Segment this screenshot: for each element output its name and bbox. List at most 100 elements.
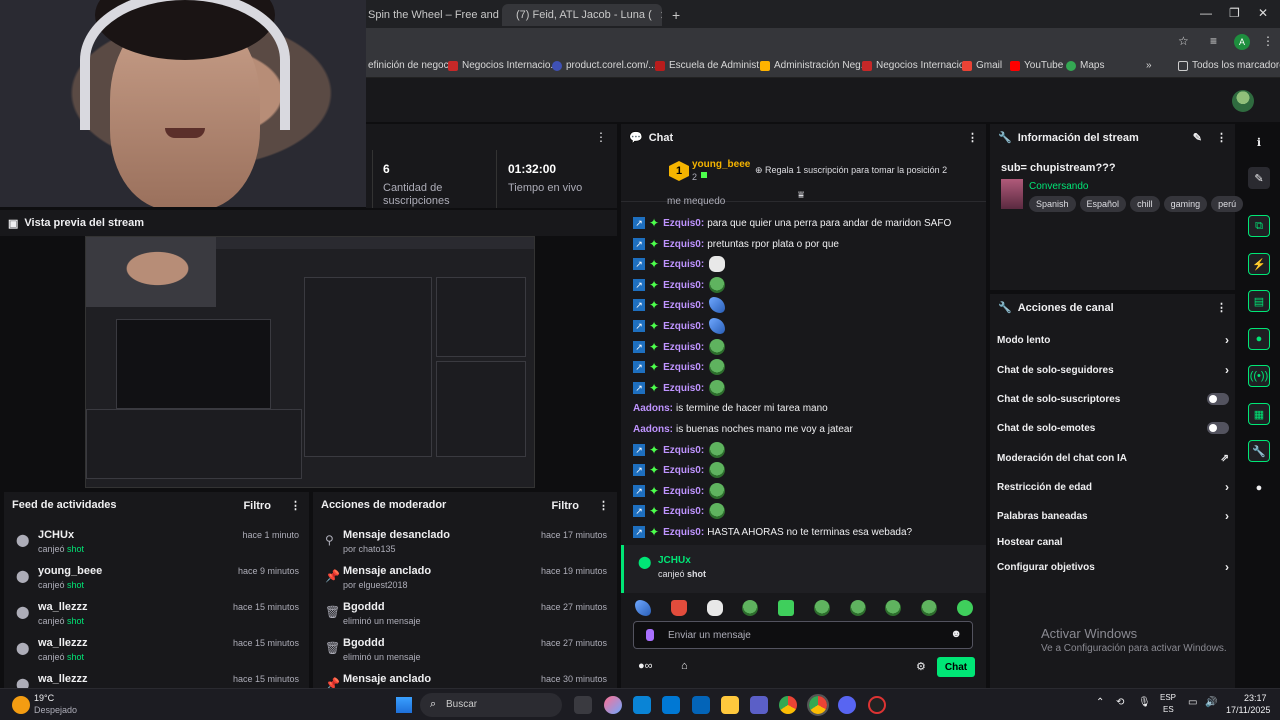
task-view-icon[interactable] bbox=[574, 696, 592, 714]
bookmark-youtube[interactable]: YouTube bbox=[1010, 60, 1063, 71]
moderator-badge-icon[interactable]: ↗ bbox=[633, 258, 645, 270]
feed-user[interactable]: young_beee bbox=[38, 565, 102, 577]
teams-icon[interactable] bbox=[750, 696, 768, 714]
skull-emote[interactable] bbox=[706, 600, 723, 616]
wrench-icon[interactable]: 🔧 bbox=[1248, 440, 1270, 462]
top-gifter[interactable]: young_beee bbox=[692, 159, 750, 170]
chat-username[interactable]: Ezquis0: bbox=[663, 218, 704, 229]
tag[interactable]: Español bbox=[1079, 196, 1127, 212]
edit-icon[interactable]: ✎ bbox=[1248, 167, 1270, 189]
chat-username[interactable]: Ezquis0: bbox=[663, 300, 704, 311]
taskbar-search[interactable]: ⌕ Buscar bbox=[420, 693, 562, 717]
butterfly-emote[interactable] bbox=[709, 318, 726, 334]
tag[interactable]: Spanish bbox=[1029, 196, 1076, 212]
file-explorer-icon[interactable] bbox=[721, 696, 739, 714]
action-ai-moderation[interactable]: Moderación del chat con IA ⇗ bbox=[997, 448, 1229, 468]
chat-username[interactable]: Ezquis0: bbox=[663, 486, 704, 497]
action-followers-only[interactable]: Chat de solo-seguidores › bbox=[997, 360, 1229, 380]
channel-points-icon[interactable]: ● bbox=[1248, 477, 1270, 499]
action-banned-words[interactable]: Palabras baneadas › bbox=[997, 506, 1229, 526]
mic-icon[interactable] bbox=[646, 629, 654, 641]
kebab-menu-icon[interactable]: ⋮ bbox=[598, 500, 609, 512]
sub-badge-icon[interactable]: ✦ bbox=[649, 216, 659, 230]
frog-emote[interactable] bbox=[849, 600, 866, 616]
channel-points-icon[interactable]: ●∞ bbox=[638, 660, 653, 672]
moderator-badge-icon[interactable]: ↗ bbox=[633, 526, 645, 538]
kebab-menu-icon[interactable]: ⋮ bbox=[1216, 301, 1227, 314]
windows-start-icon[interactable] bbox=[396, 697, 412, 713]
action-host-channel[interactable]: Hostear canal bbox=[997, 532, 1229, 552]
collapse-icon[interactable]: ⩸ bbox=[798, 190, 804, 201]
gift-prompt[interactable]: ⊕ Regala 1 suscripción para tomar la pos… bbox=[755, 165, 947, 176]
chat-username[interactable]: Aadons: bbox=[633, 424, 673, 435]
sub-badge-icon[interactable]: ✦ bbox=[649, 278, 659, 292]
profile-avatar[interactable]: A bbox=[1234, 34, 1250, 50]
frog-emote[interactable] bbox=[921, 600, 938, 616]
close-window-icon[interactable]: ✕ bbox=[1258, 6, 1268, 20]
sub-badge-icon[interactable]: ✦ bbox=[649, 381, 659, 395]
category-name[interactable]: Conversando bbox=[1029, 181, 1088, 192]
user-avatar[interactable] bbox=[1232, 90, 1254, 112]
lightning-icon[interactable]: ⚡ bbox=[1248, 253, 1270, 275]
frog-emote[interactable] bbox=[813, 600, 830, 616]
chat-username[interactable]: Ezquis0: bbox=[663, 383, 704, 394]
chat-username[interactable]: Ezquis0: bbox=[663, 506, 704, 517]
subs-only-toggle[interactable] bbox=[1207, 393, 1229, 405]
moderator-badge-icon[interactable]: ↗ bbox=[633, 238, 645, 250]
frog-emote[interactable] bbox=[709, 339, 726, 355]
moderator-badge-icon[interactable]: ↗ bbox=[633, 505, 645, 517]
browser-tab-youtube[interactable]: (7) Feid, ATL Jacob - Luna ( ✕ bbox=[502, 4, 662, 26]
skull-emote[interactable] bbox=[709, 256, 726, 272]
send-chat-button[interactable]: Chat bbox=[937, 657, 975, 677]
frog-emote[interactable] bbox=[885, 600, 902, 616]
sub-badge-icon[interactable]: ✦ bbox=[649, 504, 659, 518]
bookmark-gmail[interactable]: Gmail bbox=[962, 60, 1002, 71]
bookmark[interactable]: efinición de negoc... bbox=[368, 60, 457, 71]
bookmark[interactable]: Negocios Internacio... bbox=[862, 60, 973, 71]
moderator-badge-icon[interactable]: ↗ bbox=[633, 361, 645, 373]
settings-icon[interactable]: ⚙ bbox=[916, 660, 926, 673]
star-icon[interactable]: ☆ bbox=[1178, 34, 1189, 48]
feed-user[interactable]: wa_llezzz bbox=[38, 673, 88, 685]
browser-tab-spin-wheel[interactable]: Spin the Wheel – Free and easy ✕ bbox=[360, 4, 500, 26]
sub-badge-icon[interactable]: ✦ bbox=[649, 319, 659, 333]
filter-button[interactable]: Filtro bbox=[551, 500, 579, 512]
moderator-badge-icon[interactable]: ↗ bbox=[633, 485, 645, 497]
feed-user[interactable]: wa_llezzz bbox=[38, 637, 88, 649]
copilot-icon[interactable] bbox=[604, 696, 622, 714]
chat-username[interactable]: Ezquis0: bbox=[663, 527, 704, 538]
kebab-menu-icon[interactable]: ⋮ bbox=[967, 131, 978, 144]
moderator-badge-icon[interactable]: ↗ bbox=[633, 320, 645, 332]
frog-emote[interactable] bbox=[742, 600, 759, 616]
moderator-badge-icon[interactable]: ↗ bbox=[633, 341, 645, 353]
obs-icon[interactable] bbox=[868, 696, 886, 714]
close-icon[interactable]: ✕ bbox=[660, 9, 662, 22]
sub-badge-icon[interactable]: ✦ bbox=[649, 463, 659, 477]
broadcast-icon[interactable]: ((•)) bbox=[1248, 365, 1270, 387]
outlook-icon[interactable] bbox=[692, 696, 710, 714]
stream-preview-video[interactable] bbox=[85, 236, 535, 488]
emote[interactable] bbox=[670, 600, 687, 616]
bookmark-maps[interactable]: Maps bbox=[1066, 60, 1104, 71]
chat-bubble-icon[interactable]: ● bbox=[1248, 328, 1270, 350]
chat-username[interactable]: Ezquis0: bbox=[663, 342, 704, 353]
volume-icon[interactable]: 🔊 bbox=[1205, 697, 1217, 708]
clip-icon[interactable]: ⧉ bbox=[1248, 215, 1270, 237]
kebab-menu-icon[interactable]: ⋮ bbox=[290, 500, 301, 512]
emote[interactable] bbox=[956, 600, 973, 616]
kebab-menu-icon[interactable]: ⋮ bbox=[1216, 132, 1227, 144]
action-configure-goals[interactable]: Configurar objetivos › bbox=[997, 557, 1229, 577]
layout-icon[interactable]: ▦ bbox=[1248, 403, 1270, 425]
info-icon[interactable]: ℹ bbox=[1248, 131, 1270, 153]
sub-badge-icon[interactable]: ✦ bbox=[649, 340, 659, 354]
moderator-badge-icon[interactable]: ↗ bbox=[633, 464, 645, 476]
tray-icon[interactable]: ⟲ bbox=[1116, 697, 1124, 708]
sub-badge-icon[interactable]: ✦ bbox=[649, 360, 659, 374]
bookmark[interactable]: Administración Neg... bbox=[760, 60, 869, 71]
butterfly-emote[interactable] bbox=[709, 297, 726, 313]
lang-primary[interactable]: ESP bbox=[1160, 693, 1176, 702]
redeem-user[interactable]: JCHUx bbox=[658, 555, 691, 566]
feed-user[interactable]: wa_llezzz bbox=[38, 601, 88, 613]
emote-picker-icon[interactable]: ☻ bbox=[950, 628, 962, 640]
bookmark[interactable]: product.corel.com/... bbox=[552, 60, 657, 71]
